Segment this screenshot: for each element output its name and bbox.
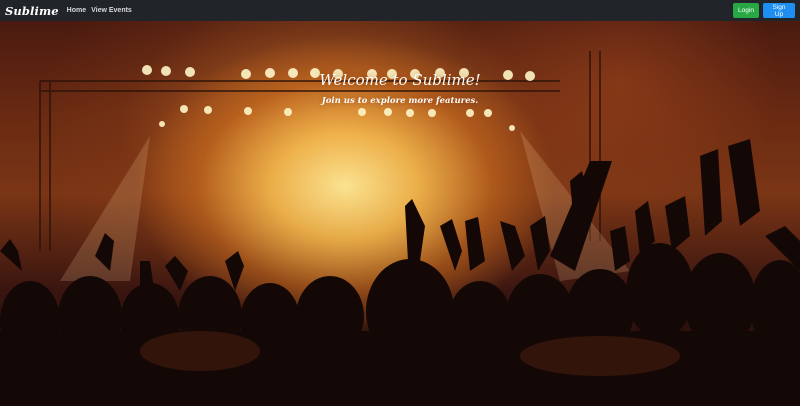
hero-subtitle: Join us to explore more features. [321, 96, 479, 106]
nav-link-view-events[interactable]: View Events [91, 7, 132, 14]
auth-buttons: Login Sign Up [733, 3, 795, 18]
top-navbar: Sublime Home View Events Login Sign Up [0, 0, 800, 21]
signup-button[interactable]: Sign Up [763, 3, 795, 18]
hero-title: Welcome to Sublime! [319, 71, 481, 89]
brand-logo[interactable]: Sublime [5, 4, 59, 18]
hero-banner: Welcome to Sublime! Join us to explore m… [0, 21, 800, 406]
nav-link-home[interactable]: Home [67, 7, 86, 14]
login-button[interactable]: Login [733, 3, 759, 18]
